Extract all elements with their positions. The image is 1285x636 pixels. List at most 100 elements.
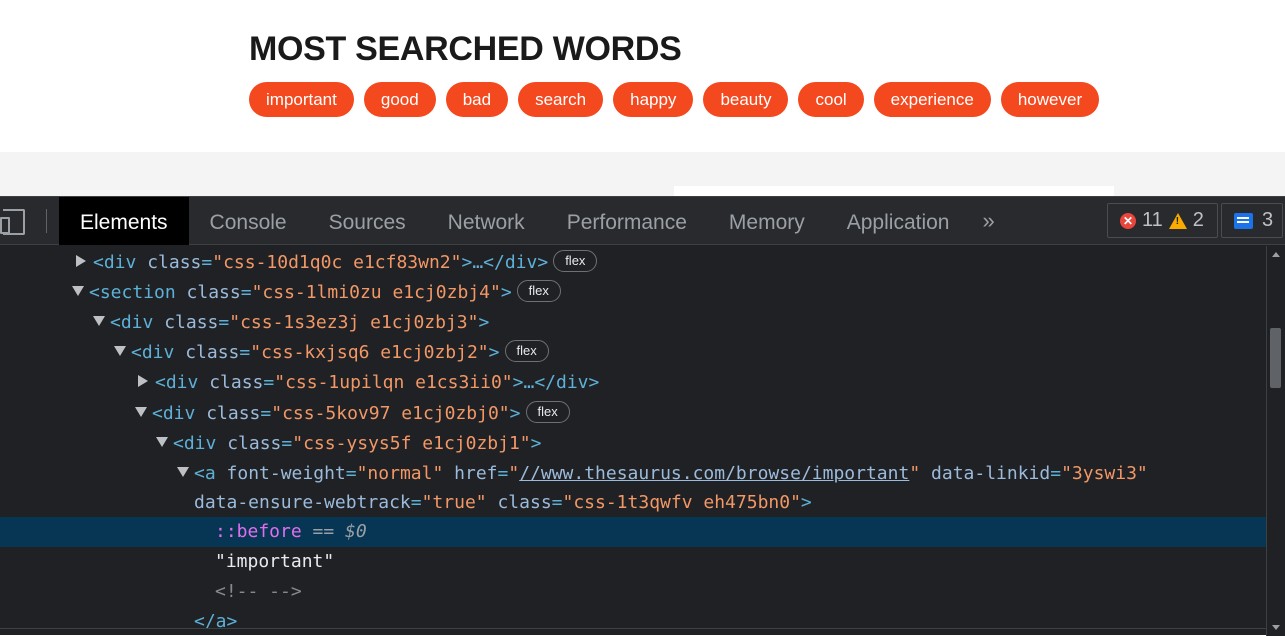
dom-closing-tag[interactable]: </a> bbox=[0, 607, 1266, 628]
attr-value: "css-5kov97 e1cj0zbj0" bbox=[271, 403, 510, 424]
tag-name: <div bbox=[131, 342, 175, 363]
collapse-arrow-icon[interactable] bbox=[114, 346, 126, 356]
word-pill-good[interactable]: good bbox=[363, 82, 436, 117]
tag-name: <div bbox=[110, 312, 154, 333]
dom-node-row[interactable]: <div class="css-10d1q0c e1cf83wn2">…</di… bbox=[0, 248, 1266, 278]
tag-name: <a bbox=[194, 463, 216, 484]
flex-badge[interactable]: flex bbox=[525, 401, 570, 423]
dom-node-row[interactable]: <div class="css-5kov97 e1cj0zbj0"> flex bbox=[0, 399, 1266, 429]
collapse-arrow-icon[interactable] bbox=[177, 467, 189, 477]
attr-value: "normal" bbox=[356, 463, 444, 484]
flex-badge[interactable]: flex bbox=[553, 250, 598, 272]
tag-tail: > bbox=[530, 433, 542, 454]
comment-node: <!-- --> bbox=[215, 581, 302, 602]
closing-tag: </a> bbox=[194, 611, 238, 628]
attr-quote: " bbox=[508, 463, 520, 484]
attr-name: class bbox=[497, 492, 552, 513]
expand-arrow-icon[interactable] bbox=[76, 255, 86, 267]
tab-elements[interactable]: Elements bbox=[59, 197, 189, 245]
message-icon bbox=[1234, 212, 1253, 229]
phone-outline bbox=[0, 217, 10, 234]
toolbar-divider bbox=[46, 209, 47, 233]
dom-tree: <div class="css-10d1q0c e1cf83wn2">…</di… bbox=[0, 246, 1266, 628]
page-viewport: MOST SEARCHED WORDS important good bad s… bbox=[0, 0, 1285, 196]
warning-icon: ! bbox=[1168, 212, 1187, 229]
dom-text-node[interactable]: "important" bbox=[0, 547, 1266, 577]
collapse-arrow-icon[interactable] bbox=[93, 316, 105, 326]
attr-name: font-weight bbox=[226, 463, 346, 484]
word-pill-cool[interactable]: cool bbox=[798, 82, 864, 117]
messages-counter[interactable]: 3 bbox=[1221, 203, 1283, 238]
tag-tail: > bbox=[500, 282, 512, 303]
dom-node-row-selected[interactable]: ::before == $0 bbox=[0, 517, 1266, 547]
attr-value: "css-ysys5f e1cj0zbj1" bbox=[292, 433, 531, 454]
text-node-value: "important" bbox=[215, 551, 335, 572]
section-title: MOST SEARCHED WORDS bbox=[249, 30, 682, 68]
href-link[interactable]: //www.thesaurus.com/browse/important bbox=[519, 463, 909, 484]
console-ref: == $0 bbox=[312, 521, 367, 542]
attr-name: data-ensure-webtrack bbox=[194, 492, 411, 513]
tab-console[interactable]: Console bbox=[189, 197, 308, 245]
tag-name: <div bbox=[93, 252, 137, 273]
tab-network[interactable]: Network bbox=[427, 197, 546, 245]
attr-value: "css-1upilqn e1cs3ii0" bbox=[274, 372, 513, 393]
attr-name: class bbox=[147, 252, 202, 273]
attr-name: class bbox=[209, 372, 264, 393]
attr-value: "css-kxjsq6 e1cj0zbj2" bbox=[250, 342, 489, 363]
word-pill-list: important good bad search happy beauty c… bbox=[249, 82, 1100, 117]
collapse-arrow-icon[interactable] bbox=[135, 407, 147, 417]
word-pill-bad[interactable]: bad bbox=[445, 82, 509, 117]
tab-performance[interactable]: Performance bbox=[546, 197, 708, 245]
attr-name: class bbox=[164, 312, 219, 333]
expand-arrow-icon[interactable] bbox=[138, 375, 148, 387]
tag-name: <div bbox=[173, 433, 217, 454]
scroll-thumb[interactable] bbox=[1270, 328, 1281, 388]
dom-node-row[interactable]: <div class="css-ysys5f e1cj0zbj1"> bbox=[0, 429, 1266, 459]
tab-sources[interactable]: Sources bbox=[308, 197, 427, 245]
issue-counters[interactable]: ✕ 11 ! 2 bbox=[1107, 203, 1218, 238]
tab-application[interactable]: Application bbox=[826, 197, 971, 245]
attr-name: class bbox=[206, 403, 261, 424]
tag-tail: >…</div> bbox=[512, 372, 600, 393]
attr-value: "css-10d1q0c e1cf83wn2" bbox=[212, 252, 462, 273]
dom-node-row[interactable]: <div class="css-1s3ez3j e1cj0zbj3"> bbox=[0, 308, 1266, 338]
panel-bottom-divider bbox=[0, 628, 1266, 629]
warning-count: 2 bbox=[1192, 209, 1204, 231]
dom-node-row[interactable]: <section class="css-1lmi0zu e1cj0zbj4"> f… bbox=[0, 278, 1266, 308]
tag-tail: > bbox=[488, 342, 500, 363]
dom-node-row[interactable]: <div class="css-1upilqn e1cs3ii0">…</div… bbox=[0, 368, 1266, 398]
scroll-up-arrow-icon[interactable] bbox=[1272, 252, 1280, 257]
attr-value: "3yswi3" bbox=[1061, 463, 1148, 484]
word-pill-beauty[interactable]: beauty bbox=[703, 82, 789, 117]
attr-value: "css-1s3ez3j e1cj0zbj3" bbox=[229, 312, 479, 333]
dom-comment-node[interactable]: <!-- --> bbox=[0, 577, 1266, 607]
tag-tail: >…</div> bbox=[461, 252, 549, 273]
tab-memory[interactable]: Memory bbox=[708, 197, 826, 245]
collapse-arrow-icon[interactable] bbox=[156, 437, 168, 447]
flex-badge[interactable]: flex bbox=[516, 280, 561, 302]
attr-name: class bbox=[185, 342, 240, 363]
word-pill-experience[interactable]: experience bbox=[873, 82, 991, 117]
tag-name: <section bbox=[89, 282, 176, 303]
dom-node-row-continued[interactable]: data-ensure-webtrack="true" class="css-1… bbox=[0, 488, 1266, 518]
dom-node-row[interactable]: <a font-weight="normal" href="//www.thes… bbox=[0, 459, 1266, 489]
word-pill-happy[interactable]: happy bbox=[613, 82, 694, 117]
dom-node-row[interactable]: <div class="css-kxjsq6 e1cj0zbj2"> flex bbox=[0, 338, 1266, 368]
more-tabs-chevron-icon[interactable]: » bbox=[970, 197, 1002, 245]
scroll-down-arrow-icon[interactable] bbox=[1272, 625, 1280, 630]
collapse-arrow-icon[interactable] bbox=[72, 286, 84, 296]
dom-tree-scrollbar[interactable] bbox=[1266, 246, 1285, 636]
attr-value: "true" bbox=[421, 492, 487, 513]
device-toolbar-icon[interactable] bbox=[0, 207, 30, 237]
tag-tail: > bbox=[478, 312, 490, 333]
tag-name: <div bbox=[152, 403, 196, 424]
devtools-tab-bar: Elements Console Sources Network Perform… bbox=[0, 197, 1285, 245]
attr-name: href bbox=[454, 463, 498, 484]
word-pill-search[interactable]: search bbox=[518, 82, 604, 117]
attr-name: data-linkid bbox=[931, 463, 1051, 484]
word-pill-important[interactable]: important bbox=[249, 82, 354, 117]
word-pill-however[interactable]: however bbox=[1000, 82, 1100, 117]
error-icon: ✕ bbox=[1120, 212, 1136, 229]
flex-badge[interactable]: flex bbox=[504, 340, 549, 362]
attr-name: class bbox=[186, 282, 241, 303]
